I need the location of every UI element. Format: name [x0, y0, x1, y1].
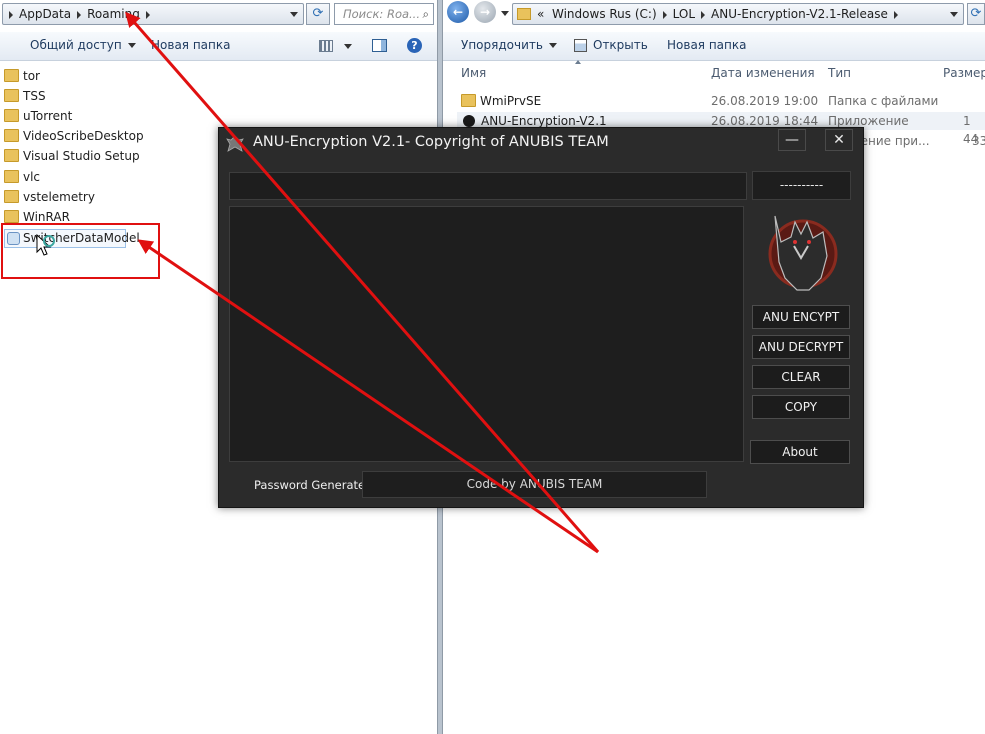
breadcrumb-arrow-icon[interactable]	[893, 10, 898, 19]
preview-pane-icon[interactable]	[372, 39, 387, 52]
file-name: WmiPrvSE	[480, 94, 542, 108]
refresh-icon[interactable]: ⟳	[967, 3, 985, 25]
key-display: ----------	[752, 171, 851, 200]
folder-icon	[4, 109, 19, 123]
cursor-icon	[36, 233, 55, 256]
password-label: Password Generate:	[254, 478, 369, 492]
open-button[interactable]: Открыть	[593, 38, 648, 52]
breadcrumb-roaming[interactable]: Roaming	[87, 4, 140, 24]
folder-label: VideoScribeDesktop	[23, 129, 144, 144]
file-size: 33	[972, 134, 985, 148]
folder-item[interactable]: uTorrent	[4, 107, 72, 126]
breadcrumb-lol[interactable]: LOL	[673, 4, 695, 24]
app-title: ANU-Encryption V2.1- Copyright of ANUBIS…	[253, 134, 609, 150]
search-input[interactable]: Поиск: Roa... ⌕	[334, 3, 434, 25]
text-area[interactable]	[229, 206, 744, 462]
renaming-item[interactable]: SwitcherDataModel	[4, 229, 140, 248]
folder-item[interactable]: WinRAR	[4, 208, 70, 227]
new-folder-button[interactable]: Новая папка	[151, 38, 230, 52]
folder-item[interactable]: Visual Studio Setup	[4, 147, 140, 166]
path-overflow[interactable]: «	[537, 4, 544, 24]
view-dropdown-icon[interactable]	[344, 44, 352, 49]
decrypt-button[interactable]: ANU DECRYPT	[752, 335, 850, 359]
chevron-down-icon	[548, 43, 557, 48]
about-button[interactable]: About	[750, 440, 850, 464]
folder-icon	[4, 69, 19, 82]
folder-icon	[4, 149, 19, 163]
breadcrumb-arrow-icon[interactable]	[701, 10, 706, 19]
share-menu[interactable]: Общий доступ	[30, 38, 136, 52]
forward-button[interactable]: →	[474, 1, 496, 23]
address-dropdown-icon[interactable]	[290, 12, 298, 17]
new-folder-button[interactable]: Новая папка	[667, 38, 746, 52]
organize-label: Упорядочить	[461, 38, 543, 52]
anubis-logo-image	[768, 215, 838, 291]
file-type: рение при...	[853, 134, 930, 148]
column-date[interactable]: Дата изменения	[711, 66, 815, 80]
folder-icon	[4, 189, 19, 203]
file-date: 26.08.2019 19:00	[711, 94, 819, 108]
refresh-icon[interactable]: ⟳	[306, 3, 330, 25]
open-icon[interactable]	[574, 39, 587, 52]
encrypt-button[interactable]: ANU ENCYPT	[752, 305, 850, 329]
right-address-bar[interactable]: « Windows Rus (C:) LOL ANU-Encryption-V2.1…	[512, 3, 964, 25]
folder-icon	[461, 94, 476, 107]
folder-item[interactable]: vstelemetry	[4, 188, 95, 207]
right-toolbar: Упорядочить Открыть Новая папка	[443, 32, 985, 61]
history-dropdown-icon[interactable]	[501, 11, 509, 16]
app-logo-icon	[226, 135, 244, 152]
folder-label: WinRAR	[23, 209, 70, 224]
folder-label: Visual Studio Setup	[23, 149, 140, 164]
file-row-wmiprvse[interactable]: WmiPrvSE 26.08.2019 19:00 Папка с файлам…	[461, 92, 981, 110]
view-icon[interactable]	[319, 40, 333, 52]
column-name[interactable]: Имя	[461, 66, 486, 80]
folder-item[interactable]: TSS	[4, 87, 46, 106]
breadcrumb-release[interactable]: ANU-Encryption-V2.1-Release	[711, 4, 888, 24]
help-icon[interactable]: ?	[407, 38, 422, 53]
breadcrumb-arrow-icon[interactable]	[9, 10, 13, 19]
close-button[interactable]: ✕	[825, 129, 853, 151]
column-type[interactable]: Тип	[828, 66, 851, 80]
copy-button[interactable]: COPY	[752, 395, 850, 419]
breadcrumb-arrow-icon[interactable]	[145, 10, 150, 19]
sort-icon	[575, 60, 581, 64]
folder-label: vstelemetry	[23, 189, 95, 204]
folder-item[interactable]: VideoScribeDesktop	[4, 127, 144, 146]
folder-icon	[517, 8, 531, 20]
folder-item[interactable]: tor	[4, 67, 40, 86]
anu-encryption-window: ANU-Encryption V2.1- Copyright of ANUBIS…	[218, 127, 864, 508]
search-icon: ⌕	[422, 7, 429, 21]
address-dropdown-icon[interactable]	[950, 12, 958, 17]
column-size[interactable]: Размер	[943, 66, 985, 80]
key-input[interactable]	[229, 172, 747, 200]
breadcrumb-appdata[interactable]: AppData	[19, 4, 71, 24]
folder-label: uTorrent	[23, 109, 73, 124]
left-toolbar: Общий доступ Новая папка ?	[0, 32, 437, 61]
search-placeholder: Поиск: Roa...	[343, 7, 420, 21]
breadcrumb-arrow-icon[interactable]	[77, 10, 82, 19]
left-address-bar[interactable]: AppData Roaming	[2, 3, 304, 25]
folder-icon	[4, 89, 19, 103]
folder-label: tor	[23, 69, 40, 83]
settings-file-icon	[7, 232, 20, 245]
breadcrumb-drive[interactable]: Windows Rus (C:)	[552, 4, 657, 24]
share-label: Общий доступ	[30, 38, 122, 52]
breadcrumb-arrow-icon[interactable]	[662, 10, 667, 19]
back-button[interactable]: ←	[447, 1, 469, 23]
folder-icon	[4, 129, 19, 143]
folder-icon	[4, 209, 19, 223]
password-field[interactable]: Code by ANUBIS TEAM	[362, 471, 707, 498]
app-icon	[463, 115, 475, 127]
clear-button[interactable]: CLEAR	[752, 365, 850, 389]
folder-label: vlc	[23, 169, 41, 184]
minimize-button[interactable]: —	[778, 129, 806, 151]
folder-icon	[4, 169, 19, 183]
folder-item[interactable]: vlc	[4, 168, 40, 187]
chevron-down-icon	[127, 43, 136, 48]
organize-menu[interactable]: Упорядочить	[461, 38, 557, 52]
folder-label: TSS	[23, 89, 46, 104]
file-type: Папка с файлами	[828, 94, 939, 108]
